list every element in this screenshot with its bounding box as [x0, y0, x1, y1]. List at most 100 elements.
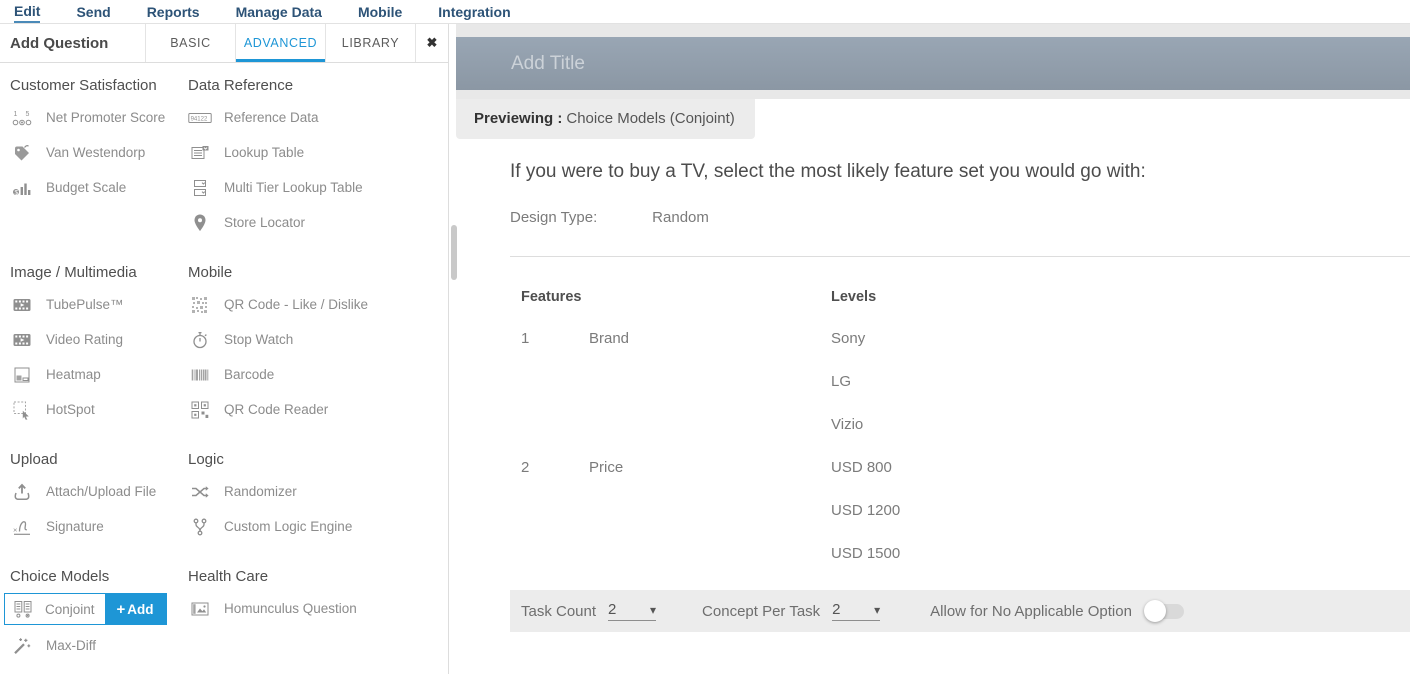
feature-number: 1 — [510, 330, 589, 347]
design-type-value: Random — [652, 209, 709, 226]
video-film-icon — [10, 330, 34, 350]
nps-scale-icon: 15 — [10, 108, 34, 128]
plus-icon: + — [117, 601, 126, 618]
sidebar-item-custom-logic-engine[interactable]: Custom Logic Engine — [188, 509, 448, 544]
sidebar-item-qr-code-reader[interactable]: QR Code Reader — [188, 392, 448, 427]
sidebar-item-heatmap[interactable]: Heatmap — [10, 357, 188, 392]
add-conjoint-button[interactable]: +Add — [105, 594, 166, 624]
feature-name: Price — [589, 459, 831, 476]
sidebar-item-label: Video Rating — [46, 332, 123, 347]
section-title: Image / Multimedia — [10, 264, 188, 281]
sidebar-item-video-rating[interactable]: Video Rating — [10, 322, 188, 357]
svg-text:×: × — [13, 525, 17, 534]
wand-icon — [10, 636, 34, 656]
nav-reports[interactable]: Reports — [147, 2, 200, 22]
branch-icon — [188, 517, 212, 537]
tab-advanced[interactable]: ADVANCED — [236, 24, 326, 62]
qr-reader-icon — [188, 400, 212, 420]
sidebar-item-multi-tier-lookup-table[interactable]: Multi Tier Lookup Table — [188, 170, 448, 205]
sidebar-item-label: Multi Tier Lookup Table — [224, 180, 363, 195]
section-image-multimedia: Image / Multimedia TubePulse™ Video Rating… — [10, 264, 188, 427]
question-type-list: Customer Satisfaction 15Net Promoter Scor… — [0, 63, 448, 663]
add-title-placeholder: Add Title — [511, 53, 585, 75]
nav-send[interactable]: Send — [76, 2, 110, 22]
add-title-bar[interactable]: Add Title — [456, 37, 1410, 90]
stopwatch-icon — [188, 330, 212, 350]
sidebar-item-barcode[interactable]: Barcode — [188, 357, 448, 392]
sidebar-item-hotspot[interactable]: HotSpot — [10, 392, 188, 427]
conjoint-settings-bar: Task Count 2 ▾ Concept Per Task 2 ▾ Allo… — [510, 590, 1410, 632]
tag-icon — [10, 143, 34, 163]
no-applicable-option-toggle[interactable] — [1146, 604, 1184, 619]
sidebar-item-reference-data[interactable]: 94122 Reference Data — [188, 100, 448, 135]
feature-name: Brand — [589, 330, 831, 347]
section-health-care: Health CareHomunculus Question — [188, 568, 448, 663]
svg-text:$: $ — [15, 189, 19, 196]
level-value: Vizio — [831, 416, 1410, 433]
sidebar-item-randomizer[interactable]: Randomizer — [188, 474, 448, 509]
sidebar-item-lookup-table[interactable]: Lookup Table — [188, 135, 448, 170]
sidebar-item-conjoint-selected[interactable]: Conjoint+Add — [4, 593, 167, 625]
sidebar-scrollbar-thumb[interactable] — [451, 225, 457, 280]
sidebar-item-label: Attach/Upload File — [46, 484, 156, 499]
concept-per-task-select[interactable]: 2 ▾ — [832, 601, 880, 621]
sidebar-item-label: Reference Data — [224, 110, 319, 125]
previewing-badge: Previewing :Choice Models (Conjoint) — [456, 99, 755, 139]
tab-basic[interactable]: BASIC — [146, 24, 236, 62]
sidebar-item-max-diff[interactable]: Max-Diff — [10, 628, 188, 663]
tab-library[interactable]: LIBRARY — [326, 24, 416, 62]
sidebar-item-label: Barcode — [224, 367, 274, 382]
sidebar-item-budget-scale[interactable]: $ Budget Scale — [10, 170, 188, 205]
no-applicable-option-label: Allow for No Applicable Option — [930, 603, 1132, 620]
sidebar-item-label: Max-Diff — [46, 638, 96, 653]
level-value: USD 1500 — [831, 545, 1410, 562]
chevron-down-icon: ▾ — [650, 603, 656, 617]
section-title: Customer Satisfaction — [10, 77, 188, 94]
level-value: LG — [831, 373, 1410, 390]
svg-text:94122: 94122 — [191, 116, 208, 122]
question-text: If you were to buy a TV, select the most… — [510, 161, 1410, 183]
level-value: Sony — [831, 330, 1410, 347]
sidebar-item-net-promoter-score[interactable]: 15Net Promoter Score — [10, 100, 188, 135]
store-locator-icon — [188, 213, 212, 233]
nav-integration[interactable]: Integration — [438, 2, 510, 22]
sidebar-item-label: Heatmap — [46, 367, 101, 382]
panel-title: Add Question — [0, 24, 146, 62]
table-row: Vizio — [510, 403, 1410, 446]
nav-mobile[interactable]: Mobile — [358, 2, 402, 22]
table-row: 2PriceUSD 800 — [510, 446, 1410, 489]
task-count-select[interactable]: 2 ▾ — [608, 601, 656, 621]
qr-code-icon — [188, 295, 212, 315]
nav-manage-data[interactable]: Manage Data — [236, 2, 322, 22]
close-icon[interactable]: ✖ — [416, 24, 448, 62]
sidebar-item-label: Randomizer — [224, 484, 297, 499]
nav-edit[interactable]: Edit — [14, 1, 40, 23]
features-levels-table: 1BrandSony LG Vizio 2PriceUSD 800 USD 1200 US… — [510, 317, 1410, 575]
sidebar-item-label: Budget Scale — [46, 180, 126, 195]
app-root: Edit Send Reports Manage Data Mobile Integrat… — [0, 0, 1410, 675]
sidebar-item-label: QR Code Reader — [224, 402, 328, 417]
feature-number: 2 — [510, 459, 589, 476]
level-value: USD 1200 — [831, 502, 1410, 519]
sidebar-item-homunculus-question[interactable]: Homunculus Question — [188, 591, 448, 626]
sidebar-item-tubepulse[interactable]: TubePulse™ — [10, 287, 188, 322]
shuffle-icon — [188, 482, 212, 502]
video-film-icon — [10, 295, 34, 315]
section-title: Choice Models — [10, 568, 188, 585]
sidebar-item-label: QR Code - Like / Dislike — [224, 297, 368, 312]
multi-tier-lookup-icon — [188, 178, 212, 198]
sidebar-item-qr-code-like-dislike[interactable]: QR Code - Like / Dislike — [188, 287, 448, 322]
toggle-knob — [1144, 600, 1166, 622]
sidebar-item-signature[interactable]: ×Signature — [10, 509, 188, 544]
sidebar-item-store-locator[interactable]: Store Locator — [188, 205, 448, 240]
conjoint-icon — [11, 599, 35, 619]
task-count-value: 2 — [608, 601, 616, 618]
sidebar-item-attach-upload-file[interactable]: Attach/Upload File — [10, 474, 188, 509]
section-upload: Upload Attach/Upload File ×Signature — [10, 451, 188, 544]
chevron-down-icon: ▾ — [874, 603, 880, 617]
section-data-reference: Data Reference94122Reference DataLookup … — [188, 77, 448, 240]
sidebar-item-label: Lookup Table — [224, 145, 304, 160]
sidebar-item-stop-watch[interactable]: Stop Watch — [188, 322, 448, 357]
section-title: Upload — [10, 451, 188, 468]
sidebar-item-van-westendorp[interactable]: Van Westendorp — [10, 135, 188, 170]
